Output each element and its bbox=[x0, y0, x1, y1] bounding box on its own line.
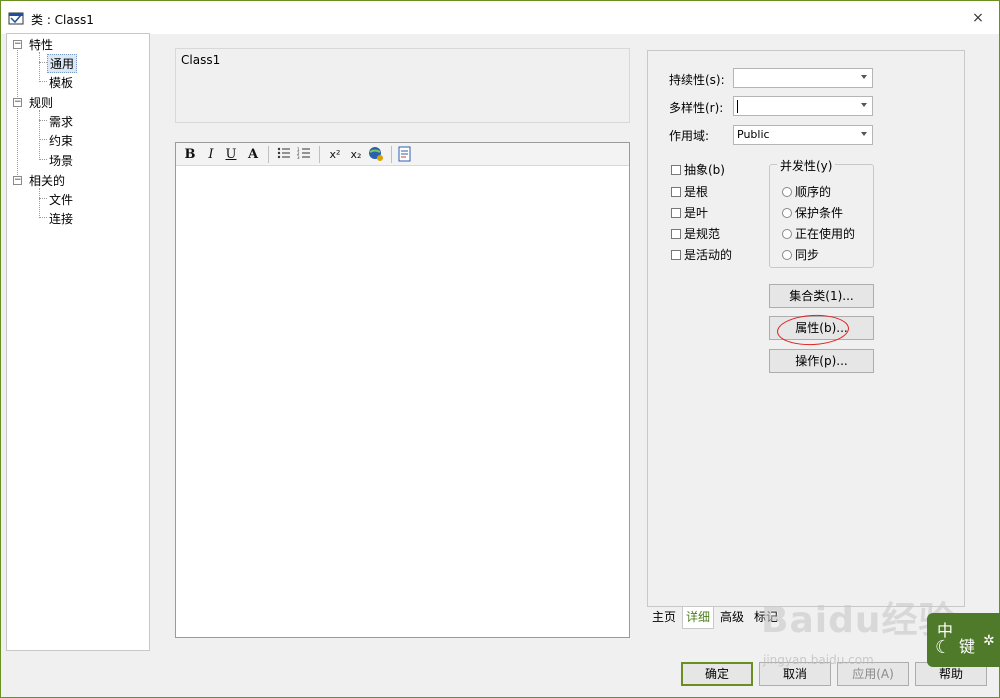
underline-button[interactable]: U bbox=[224, 146, 238, 163]
checkbox-box[interactable] bbox=[671, 187, 681, 197]
radio-label: 保护条件 bbox=[795, 206, 844, 220]
text-cursor bbox=[737, 100, 738, 113]
class-app-icon bbox=[8, 10, 24, 26]
is-active-checkbox[interactable]: 是活动的 bbox=[671, 246, 732, 263]
tree-item-template[interactable]: 模板 bbox=[49, 74, 73, 91]
category-tree: − 特性 通用 模板 − 规则 需求 约束 场景 − 相关的 文件 连接 bbox=[6, 33, 150, 651]
tree-label: 特性 bbox=[29, 38, 54, 52]
collapse-icon[interactable]: − bbox=[13, 40, 22, 49]
is-leaf-checkbox[interactable]: 是叶 bbox=[671, 204, 708, 221]
concurrency-synchronous-radio[interactable]: 同步 bbox=[782, 246, 819, 263]
notes-editor[interactable]: B I U A 123 x² x₂ bbox=[175, 142, 630, 638]
close-icon[interactable]: × bbox=[967, 7, 989, 29]
tree-item-files[interactable]: 文件 bbox=[49, 191, 73, 208]
combo-value: Public bbox=[737, 128, 770, 141]
tab-details[interactable]: 详细 bbox=[682, 607, 714, 629]
font-color-button[interactable]: A bbox=[244, 146, 262, 163]
svg-text:3: 3 bbox=[297, 155, 300, 160]
gear-icon[interactable]: ✲ bbox=[983, 633, 995, 649]
radio-label: 正在使用的 bbox=[795, 227, 856, 241]
concurrency-active-radio[interactable]: 正在使用的 bbox=[782, 225, 855, 242]
tree-item-general[interactable]: 通用 bbox=[47, 54, 78, 73]
tab-advanced[interactable]: 高级 bbox=[716, 607, 748, 629]
superscript-button[interactable]: x² bbox=[327, 146, 343, 163]
tab-main[interactable]: 主页 bbox=[648, 607, 680, 629]
watermark-url: jingyan.baidu.com bbox=[763, 653, 874, 667]
numbered-list-icon[interactable]: 123 bbox=[296, 146, 312, 163]
checkbox-box[interactable] bbox=[671, 229, 681, 239]
bold-button[interactable]: B bbox=[183, 146, 197, 163]
concurrency-title: 并发性(y) bbox=[777, 157, 836, 174]
document-icon[interactable] bbox=[397, 146, 413, 163]
ime-status-widget[interactable]: 中 ☾ 键 ✲ bbox=[927, 613, 1000, 667]
scope-label: 作用域: bbox=[669, 129, 710, 143]
tree-item-requirements[interactable]: 需求 bbox=[49, 113, 73, 130]
title-bar: 类 : Class1 × bbox=[1, 1, 999, 34]
tree-label: 相关的 bbox=[29, 174, 66, 188]
subscript-button[interactable]: x₂ bbox=[348, 146, 364, 163]
radio-circle[interactable] bbox=[782, 187, 792, 197]
multiplicity-combo[interactable] bbox=[733, 96, 873, 116]
italic-button[interactable]: I bbox=[204, 146, 218, 163]
radio-label: 同步 bbox=[795, 248, 820, 262]
format-toolbar: B I U A 123 x² x₂ bbox=[176, 143, 629, 166]
insert-link-icon[interactable] bbox=[368, 146, 384, 163]
radio-circle[interactable] bbox=[782, 229, 792, 239]
persistence-label: 持续性(s): bbox=[669, 73, 725, 87]
checkbox-box[interactable] bbox=[671, 208, 681, 218]
persistence-combo[interactable] bbox=[733, 68, 873, 88]
class-name-field[interactable]: Class1 bbox=[175, 48, 630, 123]
radio-label: 顺序的 bbox=[795, 185, 832, 199]
radio-circle[interactable] bbox=[782, 208, 792, 218]
tree-label: 规则 bbox=[29, 96, 54, 110]
collection-classes-button[interactable]: 集合类(1)... bbox=[769, 284, 874, 308]
abstract-checkbox[interactable]: 抽象(b) bbox=[671, 161, 725, 178]
operations-button[interactable]: 操作(p)... bbox=[769, 349, 874, 373]
radio-circle[interactable] bbox=[782, 250, 792, 260]
multiplicity-label: 多样性(r): bbox=[669, 101, 724, 115]
tree-item-scenarios[interactable]: 场景 bbox=[49, 152, 73, 169]
bullet-list-icon[interactable] bbox=[276, 146, 292, 163]
checkbox-label: 是活动的 bbox=[684, 248, 733, 262]
scope-combo[interactable]: Public bbox=[733, 125, 873, 145]
concurrency-sequential-radio[interactable]: 顺序的 bbox=[782, 183, 831, 200]
is-specification-checkbox[interactable]: 是规范 bbox=[671, 225, 720, 242]
chevron-down-icon bbox=[861, 75, 867, 79]
ok-button[interactable]: 确定 bbox=[681, 662, 753, 686]
checkbox-box[interactable] bbox=[671, 165, 681, 175]
checkbox-label: 抽象(b) bbox=[684, 163, 725, 177]
chevron-down-icon bbox=[861, 132, 867, 136]
class-properties-dialog: 类 : Class1 × − 特性 通用 模板 − 规则 需求 约束 场景 − … bbox=[0, 0, 1000, 698]
checkbox-box[interactable] bbox=[671, 250, 681, 260]
concurrency-guarded-radio[interactable]: 保护条件 bbox=[782, 204, 843, 221]
checkbox-label: 是规范 bbox=[684, 227, 721, 241]
ime-key-label: 键 bbox=[959, 637, 976, 656]
is-root-checkbox[interactable]: 是根 bbox=[671, 183, 708, 200]
window-title: 类 : Class1 bbox=[31, 13, 94, 27]
moon-icon: ☾ bbox=[935, 637, 952, 658]
collapse-icon[interactable]: − bbox=[13, 176, 22, 185]
tree-item-links[interactable]: 连接 bbox=[49, 210, 73, 227]
tree-item-constraints[interactable]: 约束 bbox=[49, 132, 73, 149]
collapse-icon[interactable]: − bbox=[13, 98, 22, 107]
checkbox-label: 是叶 bbox=[684, 206, 709, 220]
checkbox-label: 是根 bbox=[684, 185, 709, 199]
chevron-down-icon bbox=[861, 103, 867, 107]
